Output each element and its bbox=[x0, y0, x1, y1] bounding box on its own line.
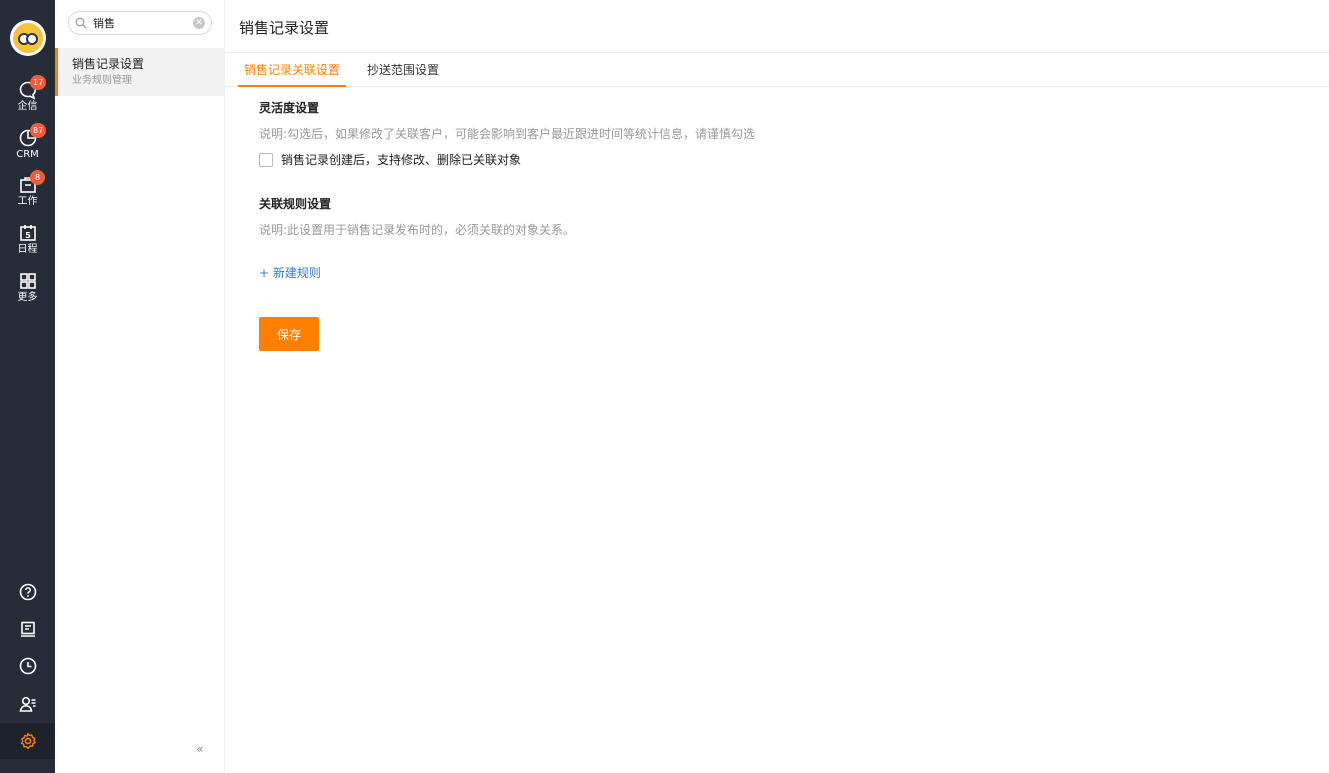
grid-icon bbox=[19, 273, 36, 289]
tab-sales-record-association[interactable]: 销售记录关联设置 bbox=[238, 53, 347, 87]
settings-icon bbox=[20, 732, 36, 750]
crm-badge: 87 bbox=[30, 123, 47, 138]
nav-item-schedule[interactable]: 5 日程 bbox=[0, 223, 55, 267]
flexibility-description: 说明:勾选后，如果修改了关联客户，可能会影响到客户最近跟进时间等统计信息，请谨慎… bbox=[259, 127, 756, 141]
nav-label-crm: CRM bbox=[16, 149, 39, 160]
allow-edit-checkbox-row[interactable]: 销售记录创建后，支持修改、删除已关联对象 bbox=[259, 151, 521, 168]
search-input[interactable] bbox=[93, 16, 189, 30]
nav-item-qixin[interactable]: 17 企信 bbox=[0, 75, 55, 124]
menu-item-sales-record-settings[interactable]: 销售记录设置 业务规则管理 bbox=[55, 48, 225, 96]
calendar-icon: 5 bbox=[19, 225, 36, 241]
nav-rail: 17 企信 87 CRM 8 工作 5 日程 更多 bbox=[0, 0, 55, 773]
history-button[interactable] bbox=[0, 648, 55, 684]
app-logo[interactable] bbox=[10, 20, 46, 56]
add-rule-link[interactable]: + 新建规则 bbox=[259, 264, 321, 281]
rule-description: 说明:此设置用于销售记录发布时的，必须关联的对象关系。 bbox=[259, 223, 576, 237]
nav-label-work: 工作 bbox=[17, 196, 38, 207]
collapse-sidebar-icon[interactable]: « bbox=[196, 742, 203, 756]
nav-label-qixin: 企信 bbox=[17, 101, 38, 112]
clock-icon bbox=[19, 657, 36, 675]
announcement-button[interactable] bbox=[0, 611, 55, 647]
page-title: 销售记录设置 bbox=[239, 19, 330, 37]
tab-cc-scope[interactable]: 抄送范围设置 bbox=[367, 53, 439, 87]
help-icon bbox=[19, 583, 36, 601]
search-icon bbox=[75, 17, 87, 29]
flexibility-section-title: 灵活度设置 bbox=[259, 101, 320, 115]
nav-label-more: 更多 bbox=[17, 292, 38, 303]
work-badge: 8 bbox=[30, 170, 45, 185]
app-window: 17 企信 87 CRM 8 工作 5 日程 更多 销售 ✕ 销售记录设置 业务… bbox=[0, 0, 1329, 773]
rule-section-title: 关联规则设置 bbox=[259, 197, 332, 211]
contacts-button[interactable] bbox=[0, 686, 55, 722]
allow-edit-checkbox[interactable] bbox=[259, 152, 273, 167]
save-button[interactable]: 保存 bbox=[259, 317, 319, 351]
tab-bar: 销售记录关联设置 抄送范围设置 bbox=[226, 53, 1329, 87]
announcement-icon bbox=[20, 621, 35, 637]
qixin-badge: 17 bbox=[30, 75, 47, 90]
nav-item-crm[interactable]: 87 CRM bbox=[0, 123, 55, 172]
calendar-day-number: 5 bbox=[25, 231, 31, 240]
search-box: ✕ bbox=[68, 11, 212, 35]
main-content: 销售记录设置 销售记录关联设置 抄送范围设置 灵活度设置 说明:勾选后，如果修改… bbox=[226, 0, 1329, 773]
logo-mascot-icon bbox=[13, 23, 43, 53]
settings-button[interactable] bbox=[0, 723, 55, 759]
clear-search-icon[interactable]: ✕ bbox=[193, 17, 205, 29]
contacts-icon bbox=[19, 696, 35, 712]
allow-edit-checkbox-label: 销售记录创建后，支持修改、删除已关联对象 bbox=[281, 153, 522, 167]
nav-item-work[interactable]: 8 工作 bbox=[0, 170, 55, 219]
nav-label-schedule: 日程 bbox=[17, 244, 38, 255]
settings-submenu: ✕ 销售记录设置 业务规则管理 « bbox=[55, 0, 225, 773]
menu-item-title: 销售记录设置 bbox=[72, 57, 145, 71]
nav-item-more[interactable]: 更多 bbox=[0, 271, 55, 315]
menu-item-subtitle: 业务规则管理 bbox=[72, 75, 132, 86]
help-button[interactable] bbox=[0, 574, 55, 610]
